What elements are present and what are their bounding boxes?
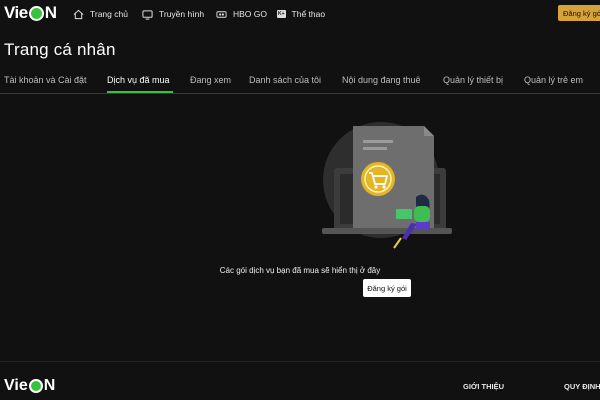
logo-circle-icon [28, 5, 44, 21]
nav-tv[interactable]: Truyền hình [142, 6, 204, 22]
hbo-icon [216, 9, 227, 20]
page-title: Trang cá nhân [4, 40, 116, 59]
register-package-top-button[interactable]: Đăng ký gói [558, 5, 600, 21]
tab-kids-management[interactable]: Quản lý trẻ em [524, 75, 583, 85]
empty-state-message: Các gói dịch vụ bạn đã mua sẽ hiển thị ở… [219, 266, 381, 275]
footer-link-about[interactable]: GIỚI THIỆU [463, 382, 504, 391]
nav-tv-label: Truyền hình [159, 9, 205, 19]
tab-account-settings[interactable]: Tài khoản và Cài đặt [4, 75, 87, 85]
tab-rented-content[interactable]: Nội dung đang thuê [342, 75, 421, 85]
footer-logo-text-left: Vie [4, 377, 28, 394]
sport-icon: K+ [277, 10, 286, 18]
footer-vieon-logo[interactable]: Vie N [4, 377, 55, 395]
footer-logo-text-right: N [43, 377, 56, 394]
footer-link-rules[interactable]: QUY ĐỊNH [564, 382, 600, 391]
nav-hbo-go[interactable]: HBO GO [216, 6, 267, 22]
logo-text-left: Vie [4, 3, 28, 22]
profile-tabs: Tài khoản và Cài đặt Dịch vụ đã mua Đang… [0, 72, 600, 94]
nav-sport-label: Thể thao [291, 9, 326, 19]
nav-home-label: Trang chủ [90, 9, 128, 19]
tab-my-list[interactable]: Danh sách của tôi [249, 75, 321, 85]
shopping-cart-illustration [316, 120, 456, 260]
nav-sport[interactable]: K+ Thể thao [277, 6, 325, 22]
nav-hbo-label: HBO GO [233, 9, 268, 19]
footer-divider [0, 361, 600, 362]
logo-text-right: N [44, 3, 57, 22]
tab-purchased-services[interactable]: Dịch vụ đã mua [107, 75, 170, 85]
home-icon [73, 9, 84, 20]
active-tab-indicator [107, 91, 173, 93]
top-navigation: Vie N Trang chủ Truyền hình HBO GO K+ Th… [0, 0, 600, 27]
footer-logo-circle-icon [28, 379, 43, 393]
tab-watching[interactable]: Đang xem [190, 75, 231, 85]
vieon-logo[interactable]: Vie N [4, 3, 57, 23]
tab-device-management[interactable]: Quản lý thiết bị [443, 75, 503, 85]
tv-icon [142, 9, 153, 20]
nav-home[interactable]: Trang chủ [73, 6, 128, 22]
register-package-button[interactable]: Đăng ký gói [363, 279, 411, 297]
